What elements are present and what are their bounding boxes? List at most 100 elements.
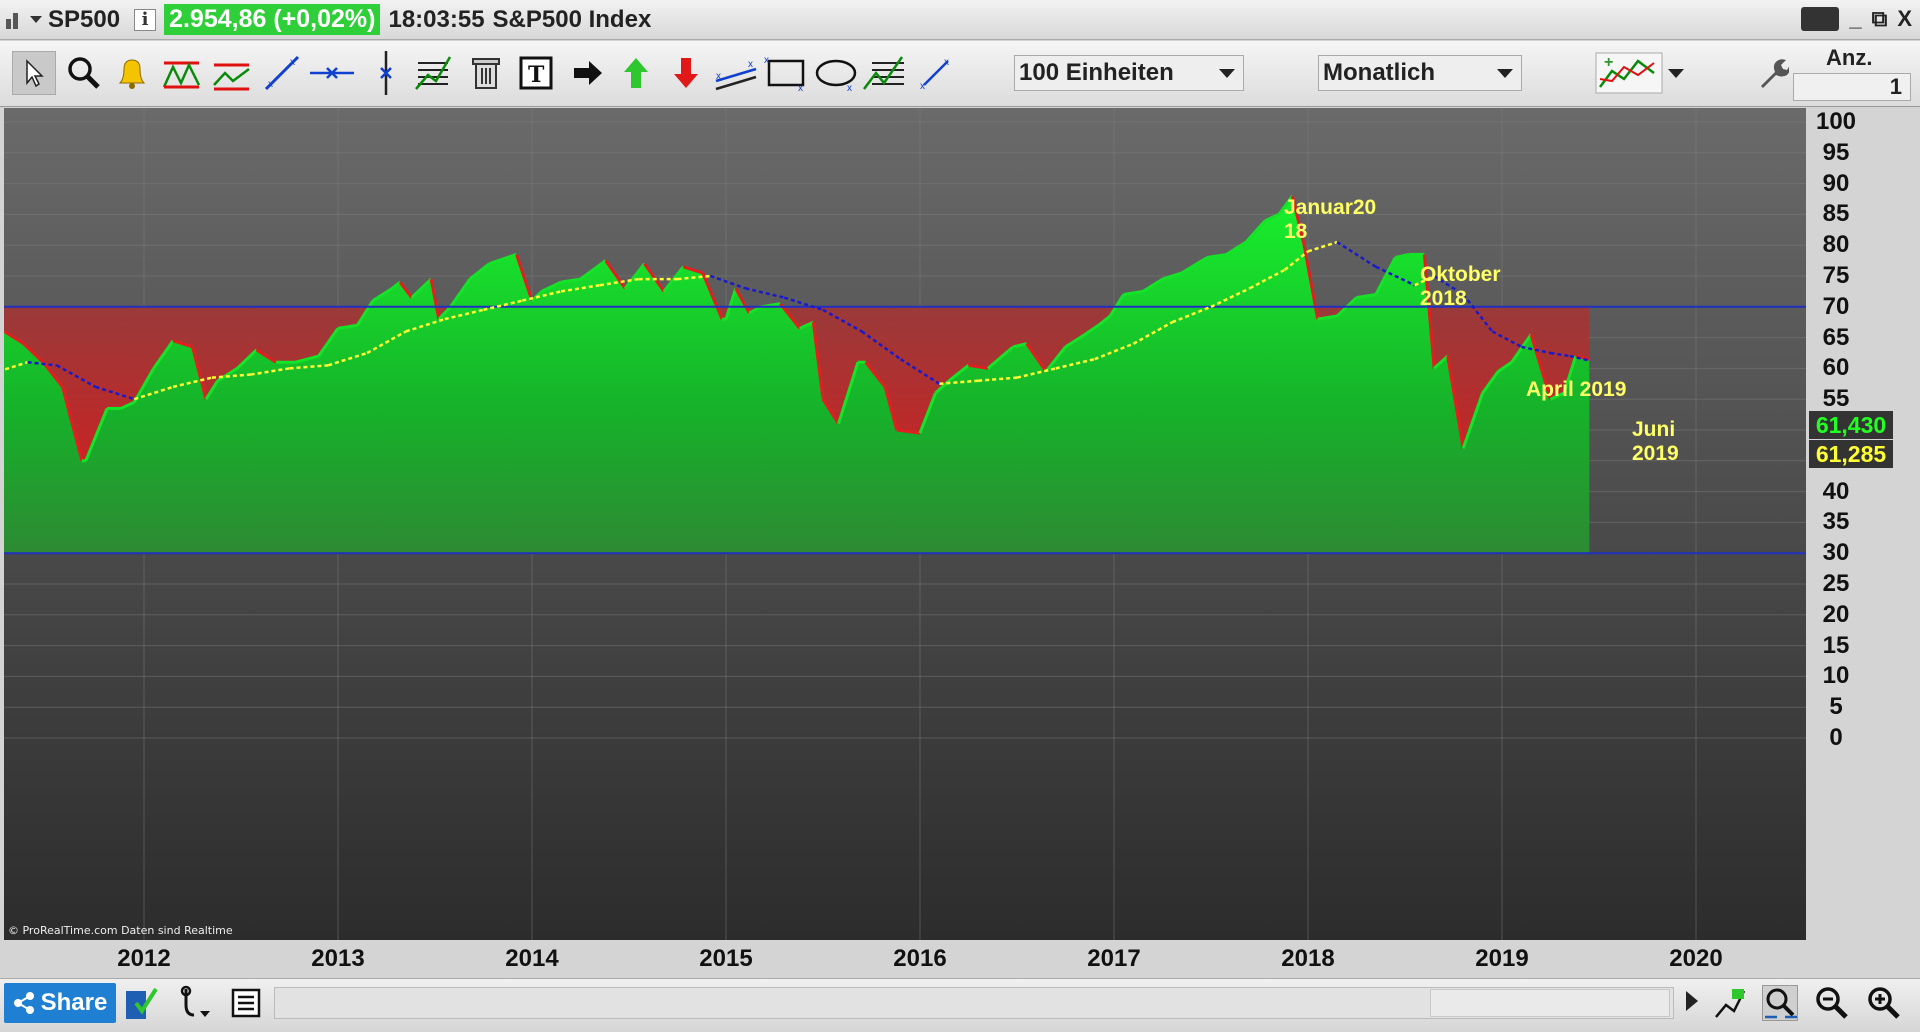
info-icon[interactable]: i: [134, 9, 156, 31]
anz-input[interactable]: 1: [1793, 73, 1911, 101]
y-tick-label: 70: [1806, 293, 1866, 321]
units-select[interactable]: 100 Einheiten: [1014, 55, 1244, 91]
y-tick-label: 0: [1806, 724, 1866, 752]
y-tick-label: 100: [1806, 108, 1866, 136]
close-button[interactable]: X: [1897, 6, 1912, 32]
x-tick-label: 2017: [1087, 945, 1140, 973]
zoom-in-icon[interactable]: [1866, 985, 1902, 1021]
fibonacci-fan-icon[interactable]: [862, 51, 906, 95]
svg-text:+: +: [1604, 54, 1613, 71]
x-tick-label: 2018: [1281, 945, 1334, 973]
period-select-value: Monatlich: [1323, 59, 1435, 87]
buy-arrow-icon[interactable]: [614, 51, 658, 95]
annotation-oktober-2018[interactable]: Oktober 2018: [1420, 263, 1501, 311]
share-icon: [13, 992, 35, 1014]
y-tick-label: 55: [1806, 385, 1866, 413]
svg-text:x: x: [748, 59, 753, 70]
trendline-tool-icon[interactable]: xx: [260, 51, 304, 95]
settings-wrench-icon[interactable]: [1750, 51, 1794, 95]
drawing-toolbar: xx T xx xx x xx 100 Einheiten Monatl: [0, 41, 1920, 107]
chevron-down-icon: [1497, 69, 1513, 78]
symbol-label[interactable]: SP500: [48, 6, 120, 34]
annotation-april-2019[interactable]: April 2019: [1526, 378, 1626, 402]
add-indicator-icon[interactable]: +: [1594, 51, 1664, 95]
y-tick-label: 5: [1806, 693, 1866, 721]
vertical-line-icon[interactable]: [364, 51, 408, 95]
svg-text:x: x: [944, 57, 949, 68]
watermark: © ProRealTime.com Daten sind Realtime: [8, 924, 233, 937]
text-tool-icon[interactable]: T: [514, 51, 558, 95]
svg-text:x: x: [920, 81, 925, 91]
rectangle-tool-icon[interactable]: xx: [764, 51, 808, 95]
y-tick-label: 10: [1806, 662, 1866, 690]
list-view-icon[interactable]: [228, 985, 264, 1021]
svg-text:x: x: [847, 83, 852, 93]
svg-text:x: x: [764, 55, 769, 66]
link-dropdown-icon[interactable]: [176, 985, 212, 1021]
chevron-down-icon: [1219, 69, 1235, 78]
alert-bell-icon[interactable]: [110, 51, 154, 95]
svg-text:x: x: [798, 83, 803, 93]
channel-tool-icon[interactable]: [160, 51, 204, 95]
y-tick-label: 20: [1806, 601, 1866, 629]
annotation-juni-2019[interactable]: Juni 2019: [1632, 418, 1679, 466]
y-tick-label: 85: [1806, 200, 1866, 228]
indicator-dropdown-icon[interactable]: [1666, 51, 1686, 95]
trash-icon[interactable]: [464, 51, 508, 95]
scrollbar-thumb[interactable]: [1430, 989, 1670, 1017]
y-tick-label: 75: [1806, 262, 1866, 290]
y-tick-label: 40: [1806, 478, 1866, 506]
scroll-right-icon[interactable]: [1686, 991, 1698, 1011]
x-tick-label: 2014: [505, 945, 558, 973]
ellipse-tool-icon[interactable]: x: [814, 51, 858, 95]
svg-text:x: x: [716, 71, 721, 82]
segment-tool-icon[interactable]: xx: [914, 51, 958, 95]
chart-plot-area[interactable]: [4, 108, 1806, 940]
chart-type-dropdown-icon[interactable]: [30, 16, 42, 23]
y-tick-label: 80: [1806, 231, 1866, 259]
pointer-tool-icon[interactable]: [12, 51, 56, 95]
share-button[interactable]: Share: [4, 983, 116, 1023]
x-tick-label: 2016: [893, 945, 946, 973]
share-label: Share: [41, 989, 108, 1017]
y-tick-label: 25: [1806, 570, 1866, 598]
annotation-januar-2018[interactable]: Januar20 18: [1284, 196, 1376, 244]
y-tick-label: 30: [1806, 539, 1866, 567]
horizontal-line-icon[interactable]: [310, 51, 354, 95]
svg-text:x: x: [268, 79, 273, 90]
y-tick-label: 60: [1806, 354, 1866, 382]
current-value-badge: 61,430: [1809, 411, 1893, 439]
chart-type-icon[interactable]: [6, 11, 24, 29]
y-tick-label: 65: [1806, 324, 1866, 352]
trend-channel-icon[interactable]: [210, 51, 254, 95]
zoom-out-icon[interactable]: [1814, 985, 1850, 1021]
restore-button[interactable]: ⧉: [1872, 6, 1888, 32]
x-tick-label: 2012: [117, 945, 170, 973]
y-tick-label: 90: [1806, 170, 1866, 198]
checklist-icon[interactable]: [124, 985, 160, 1021]
instrument-name: S&P500 Index: [493, 6, 652, 34]
y-tick-label: 35: [1806, 508, 1866, 536]
y-tick-label: 15: [1806, 632, 1866, 660]
arrow-right-icon[interactable]: [566, 51, 610, 95]
ma-value-badge: 61,285: [1809, 440, 1893, 468]
period-select[interactable]: Monatlich: [1318, 55, 1522, 91]
fibonacci-tool-icon[interactable]: [410, 51, 454, 95]
zoom-tool-icon[interactable]: [62, 51, 106, 95]
bottom-bar: Share: [0, 978, 1920, 1032]
zoom-fit-icon[interactable]: [1762, 985, 1798, 1021]
anz-label: Anz.: [1826, 45, 1872, 71]
svg-text:x: x: [290, 57, 295, 68]
quote-time: 18:03:55: [388, 6, 484, 34]
units-select-value: 100 Einheiten: [1019, 59, 1174, 87]
sell-arrow-icon[interactable]: [664, 51, 708, 95]
x-tick-label: 2020: [1669, 945, 1722, 973]
auto-scale-icon[interactable]: [1712, 985, 1748, 1021]
title-bar: SP500 i 2.954,86 (+0,02%) 18:03:55 S&P50…: [0, 0, 1920, 40]
x-tick-label: 2013: [311, 945, 364, 973]
parallel-lines-icon[interactable]: xx: [714, 51, 758, 95]
minimize-button[interactable]: _: [1849, 6, 1861, 32]
svg-text:T: T: [528, 62, 545, 88]
y-tick-label: 95: [1806, 139, 1866, 167]
keyboard-icon[interactable]: [1801, 7, 1839, 31]
